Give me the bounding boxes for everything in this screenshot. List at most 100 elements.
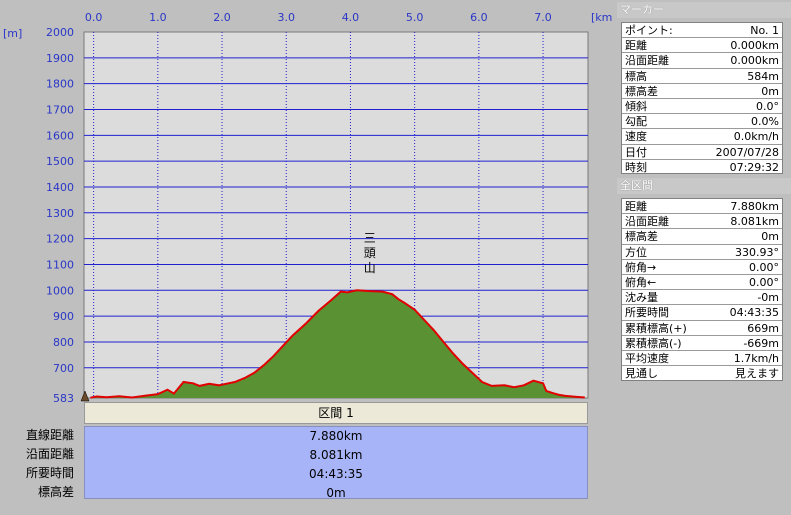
x-tick-label: 7.0 [534, 11, 552, 24]
y-tick-label: 900 [53, 310, 74, 323]
segment-values: 7.880km 8.081km 04:43:35 0m [84, 426, 588, 500]
segment-tab[interactable]: 区間 1 [84, 402, 588, 424]
y-unit-label: [m] [3, 27, 22, 40]
panel-row-value: 07:29:32 [729, 160, 779, 174]
panel-row: 沈み量 -0m [622, 290, 782, 306]
y-tick-label: 1400 [46, 181, 74, 194]
panel-row-value: 見えます [735, 367, 779, 381]
panel-row-value: 8.081km [730, 215, 779, 229]
x-tick-label: 4.0 [342, 11, 360, 24]
segment-label: 直線距離 [25, 428, 74, 442]
y-tick-label: 1500 [46, 155, 74, 168]
panel-row-label: 平均速度 [625, 351, 669, 365]
x-tick-label: 5.0 [406, 11, 424, 24]
panel-row-value: 0.0% [751, 115, 779, 129]
panel-row-value: 0.000km [730, 54, 779, 68]
panel-row-value: 0.0km/h [733, 130, 779, 144]
panel-row: 俯角→ 0.00° [622, 260, 782, 275]
y-tick-label: 2000 [46, 26, 74, 39]
panel-row-label: 累積標高(+) [625, 321, 687, 335]
x-unit-label: [km] [591, 11, 612, 24]
annotation-char: 頭 [364, 246, 376, 260]
y-tick-label: 1700 [46, 103, 74, 116]
panel-row: 距離 0.000km [622, 38, 782, 54]
panel-row-label: 標高 [625, 69, 647, 83]
x-tick-label: 0.0 [85, 11, 103, 24]
panel-row: 標高差 0m [622, 84, 782, 99]
panel-row-value: 0m [761, 84, 779, 98]
y-tick-label: 1600 [46, 129, 74, 142]
panel-row-label: 距離 [625, 200, 647, 213]
y-tick-label: 1300 [46, 207, 74, 220]
panel-row-label: 累積標高(-) [625, 336, 682, 350]
panel-row: 標高差 0m [622, 229, 782, 245]
panel-row-label: 時刻 [625, 160, 647, 174]
panel-row-label: 俯角← [625, 275, 657, 289]
segment-value: 0m [326, 486, 346, 500]
x-tick-label: 6.0 [470, 11, 488, 24]
panel-row-label: 距離 [625, 39, 647, 53]
panel-row-label: 沿面距離 [625, 54, 669, 68]
panel-row: ポイント: No. 1 [622, 23, 782, 39]
panel-row-value: 669m [747, 321, 779, 335]
panel-row: 累積標高(+) 669m [622, 321, 782, 336]
panel-row: 勾配 0.0% [622, 114, 782, 130]
y-tick-label: 1900 [46, 52, 74, 65]
panel-row: 速度 0.0km/h [622, 129, 782, 145]
segment-value: 8.081km [309, 448, 363, 462]
panel-row-label: ポイント: [625, 24, 673, 37]
panel-row-value: No. 1 [750, 24, 779, 37]
panel-row-label: 傾斜 [625, 99, 647, 113]
panel-row-label: 沈み量 [625, 291, 658, 305]
panel-row: 距離 7.880km [622, 199, 782, 215]
panel-row-value: 7.880km [730, 200, 779, 213]
segment-label: 所要時間 [25, 466, 74, 480]
y-tick-label: 800 [53, 336, 74, 349]
panel-row: 傾斜 0.0° [622, 99, 782, 115]
panel-row-label: 標高差 [625, 230, 658, 244]
panel-row-label: 見通し [625, 367, 658, 381]
x-axis-ticks: 0.0 1.0 2.0 3.0 4.0 5.0 6.0 7.0 [85, 11, 552, 24]
panel-row-value: 584m [747, 69, 779, 83]
y-tick-label: 1100 [46, 258, 74, 271]
segment-label: 沿面距離 [25, 447, 74, 461]
panel-row-label: 勾配 [625, 115, 647, 129]
panel-row-value: 0m [761, 230, 779, 244]
peak-annotation: 三頭山 [364, 231, 376, 275]
panel-row-label: 所要時間 [625, 306, 669, 320]
panel-row-label: 方位 [625, 245, 647, 259]
panel-row-value: 2007/07/28 [715, 145, 779, 159]
panel-row: 俯角← 0.00° [622, 275, 782, 291]
panel-row-label: 標高差 [625, 84, 658, 98]
segment-labels: 直線距離 沿面距離 所要時間 標高差 [0, 426, 84, 502]
panel-row-value: 0.000km [730, 39, 779, 53]
panel-row-label: 俯角→ [625, 260, 657, 274]
y-axis-ticks: 2000 1900 1800 1700 1600 1500 1400 1300 1200 1100… [46, 26, 74, 402]
total-panel: 距離 7.880km 沿面距離 8.081km 標高差 0m 方位 330.93° 俯角→ 0.0… [621, 198, 783, 381]
panel-row-value: 0.00° [749, 260, 779, 274]
panel-row-label: 沿面距離 [625, 215, 669, 229]
marker-panel-header: マーカー [617, 2, 791, 18]
segment-value: 7.880km [309, 429, 363, 443]
panel-row-value: 1.7km/h [733, 351, 779, 365]
annotation-char: 三 [364, 231, 376, 245]
panel-row-value: 330.93° [735, 245, 779, 259]
annotation-char: 山 [364, 261, 376, 275]
x-tick-label: 3.0 [277, 11, 295, 24]
total-panel-header: 全区間 [617, 178, 791, 194]
elevation-profile-chart[interactable]: 0.0 1.0 2.0 3.0 4.0 5.0 6.0 7.0 2000 1900 1800 170… [0, 0, 612, 402]
panel-row: 累積標高(-) -669m [622, 336, 782, 351]
marker-panel: ポイント: No. 1 距離 0.000km 沿面距離 0.000km 標高 584m 標高差 0… [621, 22, 783, 174]
panel-row: 標高 584m [622, 69, 782, 84]
panel-row-value: 0.0° [756, 99, 779, 113]
panel-row-value: 0.00° [749, 275, 779, 289]
panel-row-label: 速度 [625, 130, 647, 144]
panel-row: 沿面距離 8.081km [622, 214, 782, 230]
panel-row-label: 日付 [625, 145, 647, 159]
y-tick-label: 1800 [46, 78, 74, 91]
y-tick-label: 583 [53, 392, 74, 402]
y-tick-label: 1200 [46, 233, 74, 246]
panel-row: 方位 330.93° [622, 245, 782, 260]
panel-row-value: 04:43:35 [729, 306, 779, 320]
panel-row: 日付 2007/07/28 [622, 145, 782, 160]
